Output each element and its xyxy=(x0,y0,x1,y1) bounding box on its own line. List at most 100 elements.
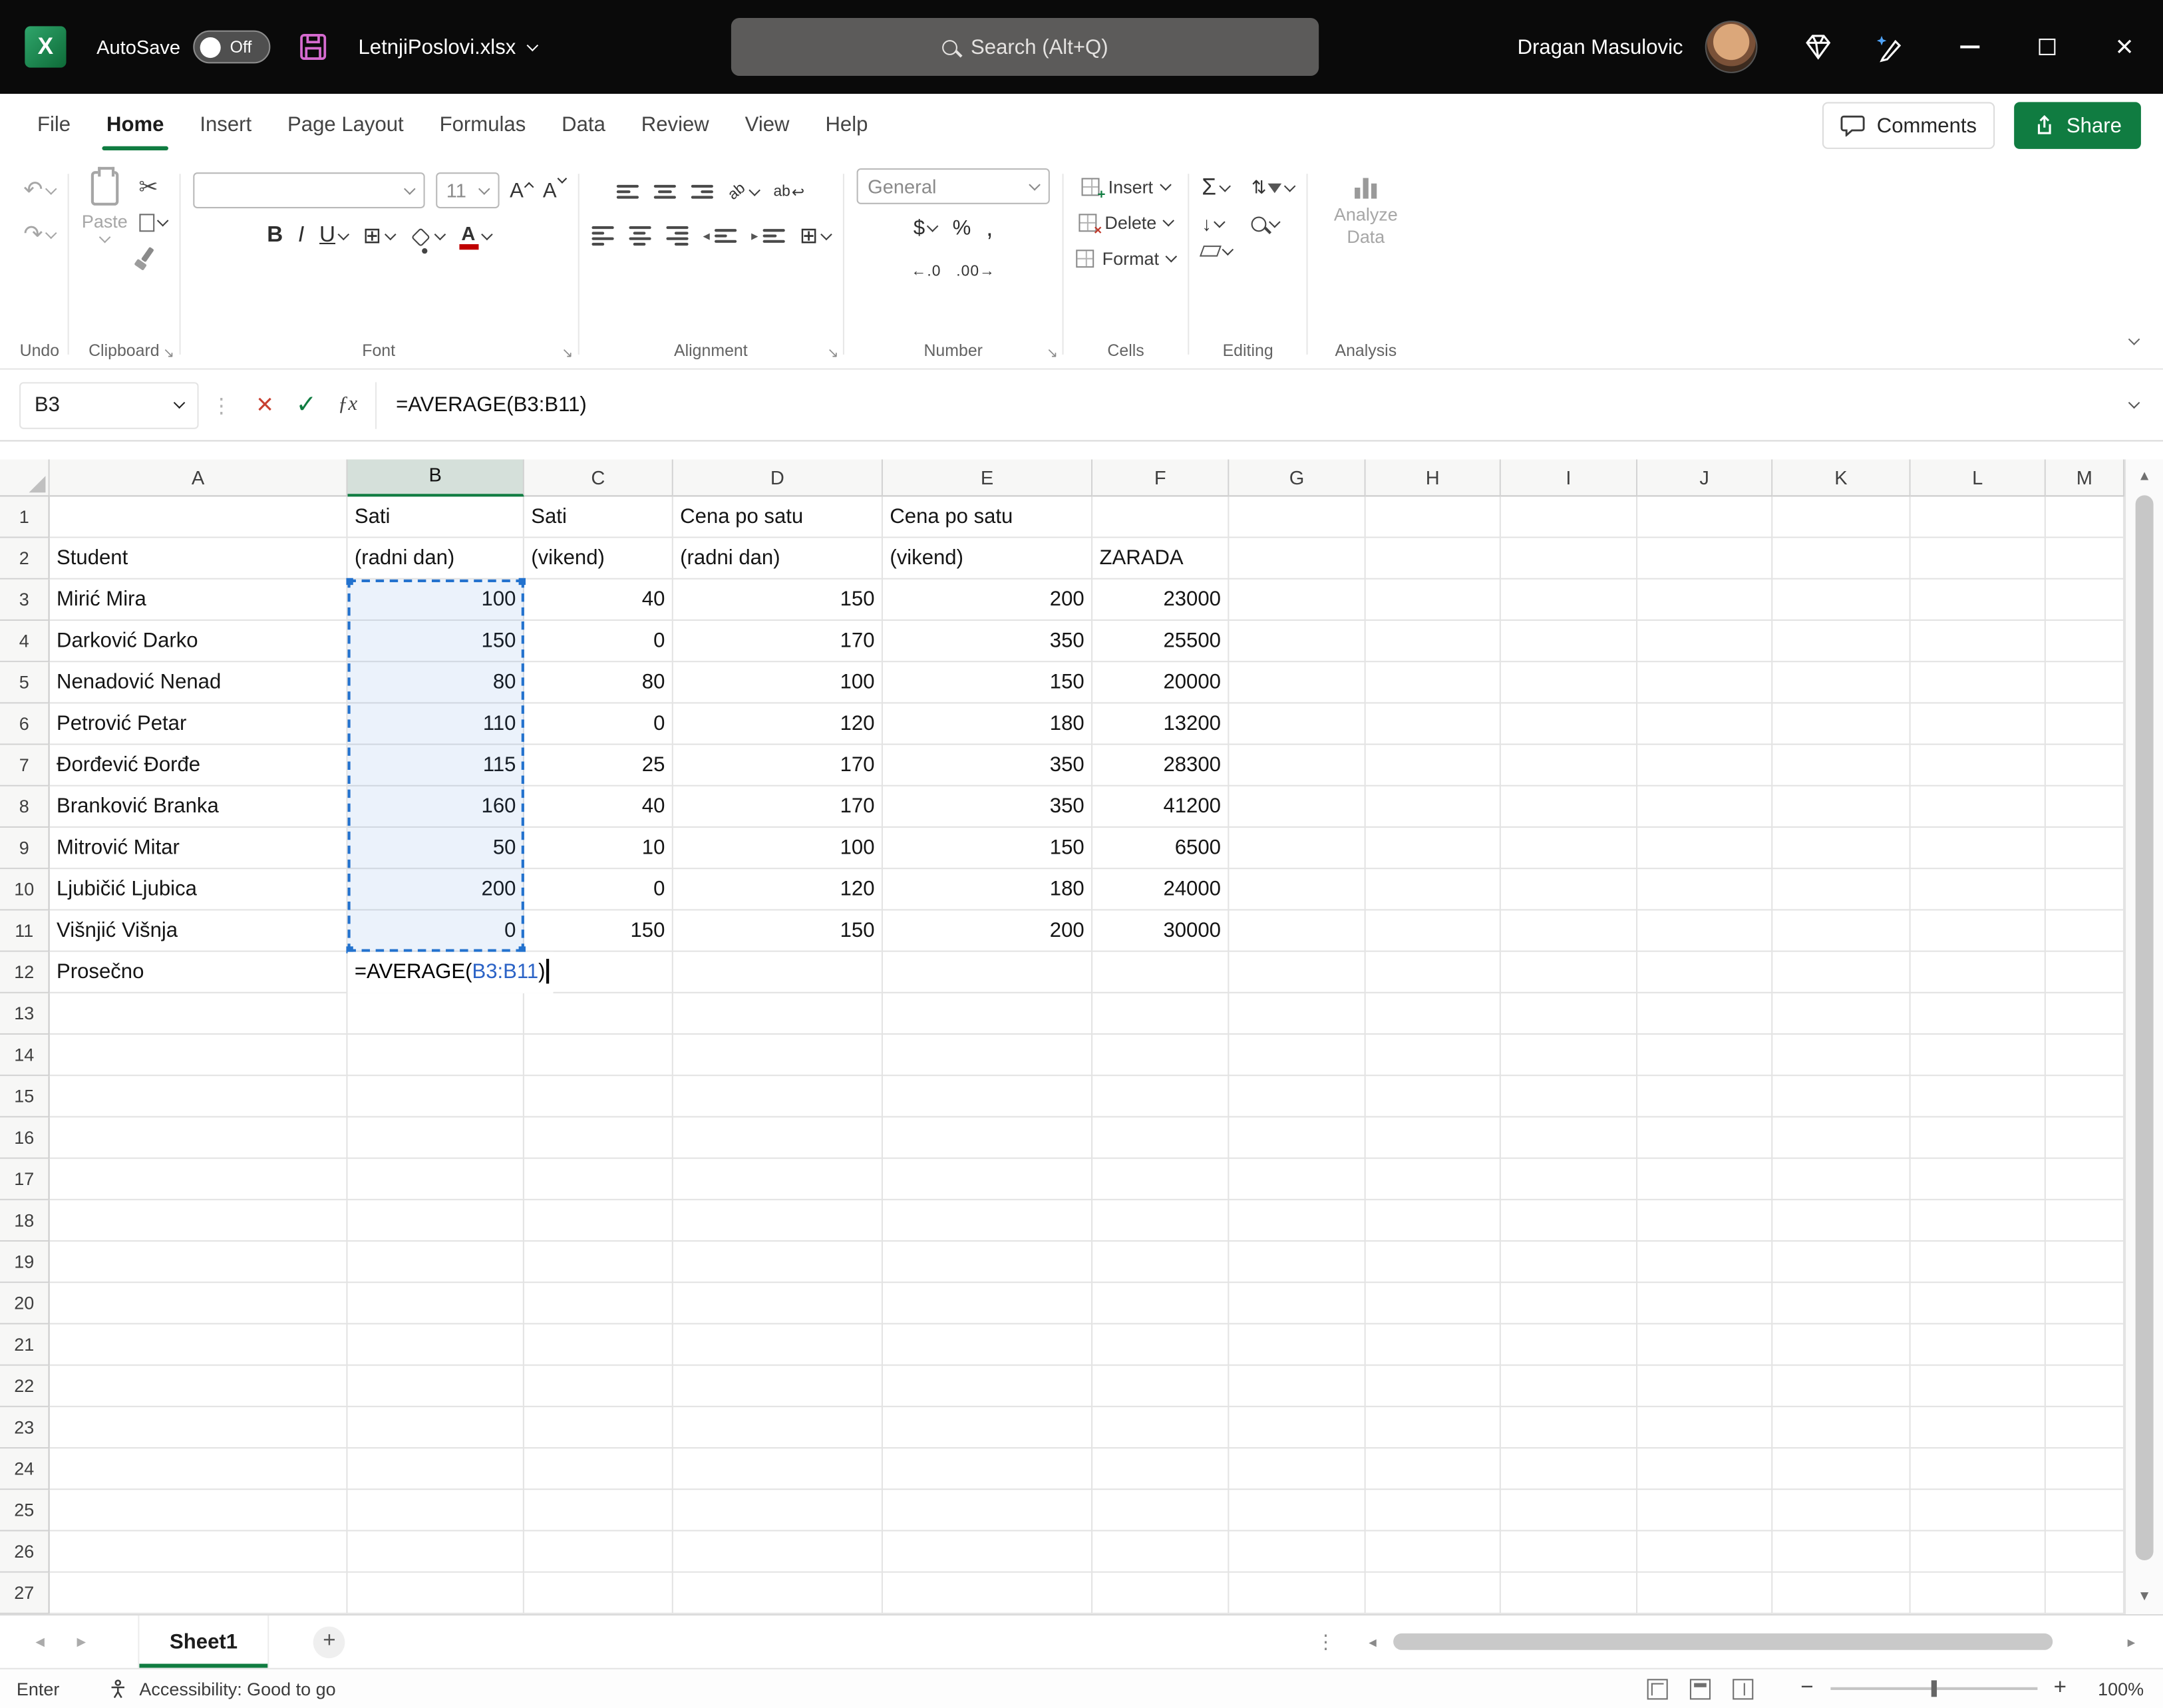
scroll-up-icon[interactable]: ▲ xyxy=(2126,469,2163,484)
cell-D21[interactable] xyxy=(673,1324,883,1365)
cell-D9[interactable]: 100 xyxy=(673,828,883,869)
cell-C9[interactable]: 10 xyxy=(524,828,673,869)
cell-D16[interactable] xyxy=(673,1117,883,1158)
row-header-21[interactable]: 21 xyxy=(0,1324,50,1365)
cell-A27[interactable] xyxy=(50,1573,348,1614)
cell-J1[interactable] xyxy=(1637,496,1772,538)
cell-E13[interactable] xyxy=(883,993,1092,1035)
cell-J7[interactable] xyxy=(1637,745,1772,786)
cell-C26[interactable] xyxy=(524,1531,673,1572)
zoom-slider-thumb[interactable] xyxy=(1931,1680,1936,1697)
save-button[interactable] xyxy=(297,32,328,63)
row-header-15[interactable]: 15 xyxy=(0,1076,50,1117)
cell-F19[interactable] xyxy=(1092,1242,1229,1283)
previous-sheet-button[interactable]: ◂ xyxy=(19,1631,61,1653)
cell-L26[interactable] xyxy=(1911,1531,2046,1572)
ribbon-tab-home[interactable]: Home xyxy=(88,94,182,157)
cell-A6[interactable]: Petrović Petar xyxy=(50,703,348,745)
align-middle-button[interactable] xyxy=(655,185,677,198)
cell-I26[interactable] xyxy=(1501,1531,1637,1572)
cell-C27[interactable] xyxy=(524,1573,673,1614)
ribbon-tab-help[interactable]: Help xyxy=(807,94,886,157)
cell-C10[interactable]: 0 xyxy=(524,869,673,910)
cell-H3[interactable] xyxy=(1366,580,1501,621)
cell-J3[interactable] xyxy=(1637,580,1772,621)
ribbon-tab-formulas[interactable]: Formulas xyxy=(422,94,544,157)
cell-L11[interactable] xyxy=(1911,910,2046,951)
cell-L20[interactable] xyxy=(1911,1283,2046,1324)
page-break-view-button[interactable] xyxy=(1733,1678,1754,1699)
cell-D17[interactable] xyxy=(673,1159,883,1200)
row-header-10[interactable]: 10 xyxy=(0,869,50,910)
cell-J22[interactable] xyxy=(1637,1366,1772,1407)
row-header-23[interactable]: 23 xyxy=(0,1407,50,1449)
cell-H16[interactable] xyxy=(1366,1117,1501,1158)
add-sheet-button[interactable]: + xyxy=(313,1626,345,1658)
cell-L6[interactable] xyxy=(1911,703,2046,745)
cell-M16[interactable] xyxy=(2046,1117,2124,1158)
cell-E17[interactable] xyxy=(883,1159,1092,1200)
cell-D27[interactable] xyxy=(673,1573,883,1614)
cell-G2[interactable] xyxy=(1229,538,1365,580)
cell-H5[interactable] xyxy=(1366,662,1501,703)
cell-D11[interactable]: 150 xyxy=(673,910,883,951)
cell-I6[interactable] xyxy=(1501,703,1637,745)
row-header-5[interactable]: 5 xyxy=(0,662,50,703)
number-format-select[interactable]: General xyxy=(857,168,1050,204)
cell-J14[interactable] xyxy=(1637,1035,1772,1076)
cell-G20[interactable] xyxy=(1229,1283,1365,1324)
cell-F9[interactable]: 6500 xyxy=(1092,828,1229,869)
cell-C15[interactable] xyxy=(524,1076,673,1117)
cell-G22[interactable] xyxy=(1229,1366,1365,1407)
column-header-G[interactable]: G xyxy=(1229,459,1365,496)
cell-E23[interactable] xyxy=(883,1407,1092,1449)
cell-B15[interactable] xyxy=(347,1076,524,1117)
scroll-left-icon[interactable]: ◂ xyxy=(1357,1633,1388,1651)
column-header-H[interactable]: H xyxy=(1366,459,1501,496)
cell-J17[interactable] xyxy=(1637,1159,1772,1200)
autosave-toggle[interactable]: Off xyxy=(193,31,270,64)
cell-J11[interactable] xyxy=(1637,910,1772,951)
cell-A4[interactable]: Darković Darko xyxy=(50,621,348,662)
insert-function-button[interactable]: ƒx xyxy=(327,381,368,428)
cell-E19[interactable] xyxy=(883,1242,1092,1283)
cell-E25[interactable] xyxy=(883,1490,1092,1531)
cell-M7[interactable] xyxy=(2046,745,2124,786)
cell-H8[interactable] xyxy=(1366,786,1501,828)
cell-B10[interactable]: 200 xyxy=(347,869,524,910)
cell-J12[interactable] xyxy=(1637,952,1772,993)
cell-C7[interactable]: 25 xyxy=(524,745,673,786)
editing-cell-B12[interactable]: =AVERAGE(B3:B11) xyxy=(347,952,552,993)
cell-J23[interactable] xyxy=(1637,1407,1772,1449)
cell-H6[interactable] xyxy=(1366,703,1501,745)
column-header-L[interactable]: L xyxy=(1911,459,2046,496)
cell-D10[interactable]: 120 xyxy=(673,869,883,910)
row-header-14[interactable]: 14 xyxy=(0,1035,50,1076)
analyze-data-button[interactable]: Analyze Data xyxy=(1320,168,1411,249)
row-header-22[interactable]: 22 xyxy=(0,1366,50,1407)
cell-A18[interactable] xyxy=(50,1200,348,1242)
row-header-9[interactable]: 9 xyxy=(0,828,50,869)
cell-F2[interactable]: ZARADA xyxy=(1092,538,1229,580)
cell-L10[interactable] xyxy=(1911,869,2046,910)
redo-button[interactable]: ↷ xyxy=(23,221,55,248)
cell-K3[interactable] xyxy=(1772,580,1910,621)
cell-H15[interactable] xyxy=(1366,1076,1501,1117)
row-header-27[interactable]: 27 xyxy=(0,1573,50,1614)
cell-K6[interactable] xyxy=(1772,703,1910,745)
cell-B13[interactable] xyxy=(347,993,524,1035)
cell-I17[interactable] xyxy=(1501,1159,1637,1200)
cell-I11[interactable] xyxy=(1501,910,1637,951)
cell-D25[interactable] xyxy=(673,1490,883,1531)
sheet-tab-sheet1[interactable]: Sheet1 xyxy=(138,1616,269,1668)
cell-H9[interactable] xyxy=(1366,828,1501,869)
cell-I8[interactable] xyxy=(1501,786,1637,828)
cell-J16[interactable] xyxy=(1637,1117,1772,1158)
cell-E20[interactable] xyxy=(883,1283,1092,1324)
cell-B24[interactable] xyxy=(347,1449,524,1490)
merge-center-button[interactable]: ⊞ xyxy=(800,222,830,250)
cell-G4[interactable] xyxy=(1229,621,1365,662)
cell-E27[interactable] xyxy=(883,1573,1092,1614)
cut-button[interactable]: ✂ xyxy=(138,174,166,201)
cell-B27[interactable] xyxy=(347,1573,524,1614)
